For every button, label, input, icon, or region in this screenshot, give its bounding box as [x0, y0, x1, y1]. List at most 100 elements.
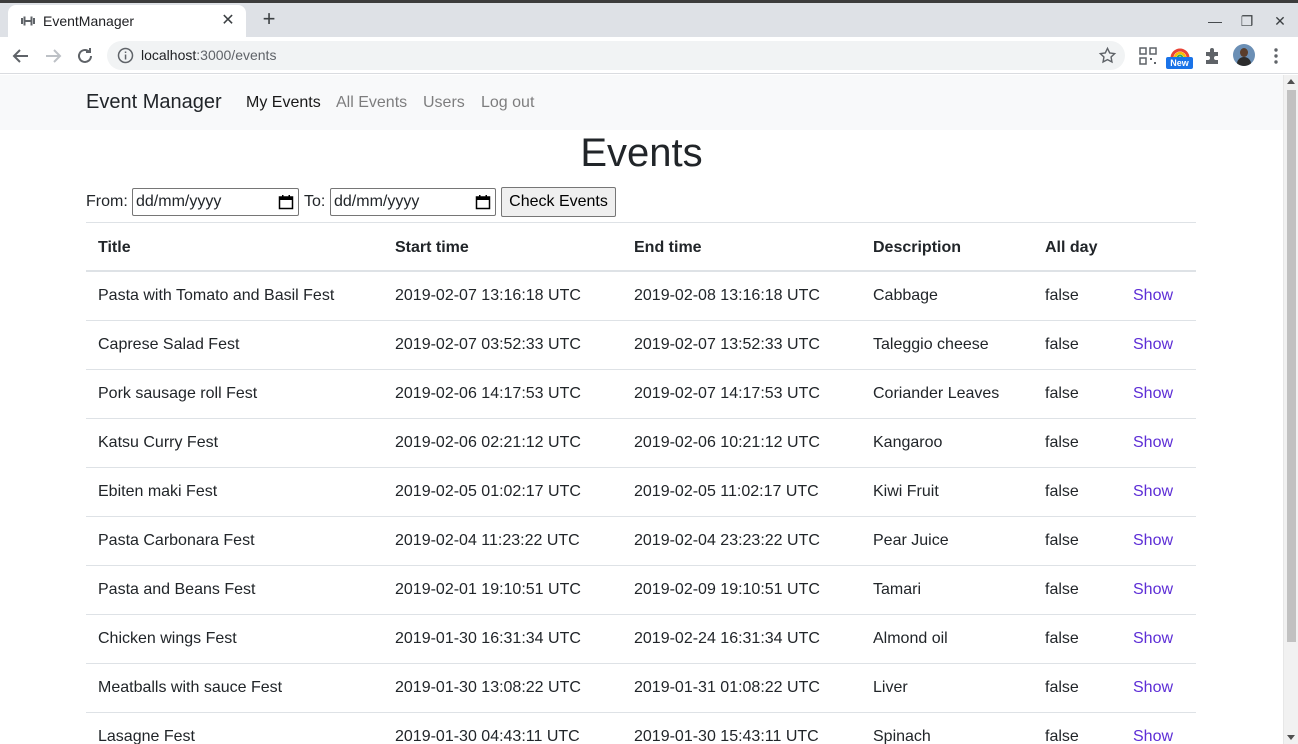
- table-row: Pasta and Beans Fest 2019-02-01 19:10:51 …: [86, 566, 1196, 615]
- url-text: localhost:3000/events: [141, 47, 277, 63]
- cell-description: Coriander Leaves: [873, 385, 1000, 402]
- cell-end-time: 2019-01-30 15:43:11 UTC: [634, 728, 819, 744]
- cell-description: Pear Juice: [873, 532, 949, 549]
- show-link[interactable]: Show: [1133, 287, 1173, 305]
- header-start-time: Start time: [395, 239, 469, 256]
- show-link[interactable]: Show: [1133, 679, 1173, 697]
- cell-end-time: 2019-02-06 10:21:12 UTC: [634, 434, 820, 451]
- browser-tabstrip: EventManager ✕ + — ❐ ✕: [0, 0, 1298, 37]
- cell-start-time: 2019-02-06 14:17:53 UTC: [395, 385, 581, 402]
- from-label: From:: [86, 193, 128, 210]
- table-row: Pork sausage roll Fest 2019-02-06 14:17:5…: [86, 370, 1196, 419]
- address-bar[interactable]: localhost:3000/events: [107, 41, 1125, 70]
- cell-description: Kiwi Fruit: [873, 483, 939, 500]
- nav-users[interactable]: Users: [423, 94, 465, 112]
- show-link[interactable]: Show: [1133, 434, 1173, 452]
- reload-icon[interactable]: [73, 44, 97, 68]
- table-body: Pasta with Tomato and Basil Fest 2019-02-…: [86, 272, 1196, 744]
- cell-start-time: 2019-02-07 03:52:33 UTC: [395, 336, 581, 353]
- header-end-time: End time: [634, 239, 702, 256]
- cell-all-day: false: [1045, 581, 1079, 598]
- cell-start-time: 2019-01-30 04:43:11 UTC: [395, 728, 580, 744]
- cell-all-day: false: [1045, 434, 1079, 451]
- cell-start-time: 2019-02-01 19:10:51 UTC: [395, 581, 581, 598]
- cell-end-time: 2019-02-05 11:02:17 UTC: [634, 483, 819, 500]
- browser-tab[interactable]: EventManager ✕: [8, 5, 246, 37]
- cell-end-time: 2019-02-07 13:52:33 UTC: [634, 336, 820, 353]
- cell-description: Cabbage: [873, 287, 938, 304]
- bookmark-star-icon[interactable]: [1098, 46, 1117, 65]
- calendar-icon[interactable]: [278, 194, 294, 210]
- cell-description: Liver: [873, 679, 908, 696]
- nav-my-events[interactable]: My Events: [246, 94, 321, 112]
- show-link[interactable]: Show: [1133, 483, 1173, 501]
- page-viewport: Event Manager My Events All Events Users…: [0, 75, 1283, 744]
- show-link[interactable]: Show: [1133, 581, 1173, 599]
- to-label: To:: [304, 193, 326, 210]
- forward-arrow-icon[interactable]: [41, 44, 65, 68]
- table-row: Chicken wings Fest 2019-01-30 16:31:34 UT…: [86, 615, 1196, 664]
- show-link[interactable]: Show: [1133, 532, 1173, 550]
- scroll-up-arrow-icon[interactable]: [1287, 79, 1295, 84]
- qr-code-icon[interactable]: [1138, 46, 1158, 66]
- show-link[interactable]: Show: [1133, 630, 1173, 648]
- cell-title: Meatballs with sauce Fest: [98, 679, 283, 696]
- cell-title: Pasta Carbonara Fest: [98, 532, 255, 549]
- restore-icon[interactable]: ❐: [1237, 11, 1257, 31]
- cell-title: Pork sausage roll Fest: [98, 385, 258, 402]
- show-link[interactable]: Show: [1133, 336, 1173, 354]
- cell-title: Chicken wings Fest: [98, 630, 237, 647]
- new-tab-icon[interactable]: +: [258, 8, 280, 31]
- cell-title: Lasagne Fest: [98, 728, 195, 744]
- cell-end-time: 2019-02-09 19:10:51 UTC: [634, 581, 820, 598]
- cell-end-time: 2019-02-04 23:23:22 UTC: [634, 532, 820, 549]
- nav-log-out[interactable]: Log out: [481, 94, 534, 112]
- cell-description: Kangaroo: [873, 434, 943, 451]
- cell-all-day: false: [1045, 483, 1079, 500]
- close-tab-icon[interactable]: ✕: [218, 11, 238, 31]
- new-badge: New: [1166, 57, 1193, 69]
- cell-start-time: 2019-01-30 16:31:34 UTC: [395, 630, 581, 647]
- dumbbell-icon: [21, 16, 35, 26]
- back-arrow-icon[interactable]: [9, 44, 33, 68]
- page-title: Events: [580, 131, 703, 175]
- cell-start-time: 2019-01-30 13:08:22 UTC: [395, 679, 581, 696]
- from-date-input[interactable]: dd/mm/yyyy: [132, 188, 299, 216]
- table-row: Katsu Curry Fest 2019-02-06 02:21:12 UTC 2…: [86, 419, 1196, 468]
- table-row: Ebiten maki Fest 2019-02-05 01:02:17 UTC 2…: [86, 468, 1196, 517]
- to-date-input[interactable]: dd/mm/yyyy: [330, 188, 496, 216]
- tab-title: EventManager: [43, 13, 135, 29]
- scroll-thumb[interactable]: [1287, 90, 1296, 642]
- nav-all-events[interactable]: All Events: [336, 94, 407, 112]
- table-row: Caprese Salad Fest 2019-02-07 03:52:33 UT…: [86, 321, 1196, 370]
- browser-toolbar: localhost:3000/events: [0, 37, 1298, 74]
- profile-avatar[interactable]: [1233, 44, 1255, 66]
- cell-all-day: false: [1045, 728, 1079, 744]
- minimize-icon[interactable]: —: [1205, 11, 1225, 31]
- check-events-button[interactable]: Check Events: [501, 187, 616, 217]
- cell-end-time: 2019-02-08 13:16:18 UTC: [634, 287, 820, 304]
- events-table: Title Start time End time Description Al…: [86, 222, 1196, 744]
- puzzle-extensions-icon[interactable]: [1202, 46, 1222, 66]
- cell-end-time: 2019-01-31 01:08:22 UTC: [634, 679, 820, 696]
- to-date-placeholder: dd/mm/yyyy: [334, 193, 420, 210]
- cell-end-time: 2019-02-24 16:31:34 UTC: [634, 630, 820, 647]
- kebab-menu-icon[interactable]: [1266, 46, 1286, 66]
- show-link[interactable]: Show: [1133, 385, 1173, 403]
- info-icon[interactable]: [117, 47, 134, 64]
- scroll-down-arrow-icon[interactable]: [1287, 735, 1295, 740]
- navbar-brand[interactable]: Event Manager: [86, 91, 222, 114]
- cell-description: Almond oil: [873, 630, 948, 647]
- calendar-icon[interactable]: [475, 194, 491, 210]
- table-row: Meatballs with sauce Fest 2019-01-30 13:0…: [86, 664, 1196, 713]
- page-scrollbar[interactable]: [1283, 75, 1298, 744]
- cell-all-day: false: [1045, 630, 1079, 647]
- show-link[interactable]: Show: [1133, 728, 1173, 744]
- cell-description: Taleggio cheese: [873, 336, 989, 353]
- cell-start-time: 2019-02-07 13:16:18 UTC: [395, 287, 581, 304]
- cell-all-day: false: [1045, 336, 1079, 353]
- close-window-icon[interactable]: ✕: [1270, 11, 1290, 31]
- cell-title: Pasta with Tomato and Basil Fest: [98, 287, 335, 304]
- from-date-placeholder: dd/mm/yyyy: [136, 193, 222, 210]
- navbar: Event Manager My Events All Events Users…: [0, 75, 1283, 130]
